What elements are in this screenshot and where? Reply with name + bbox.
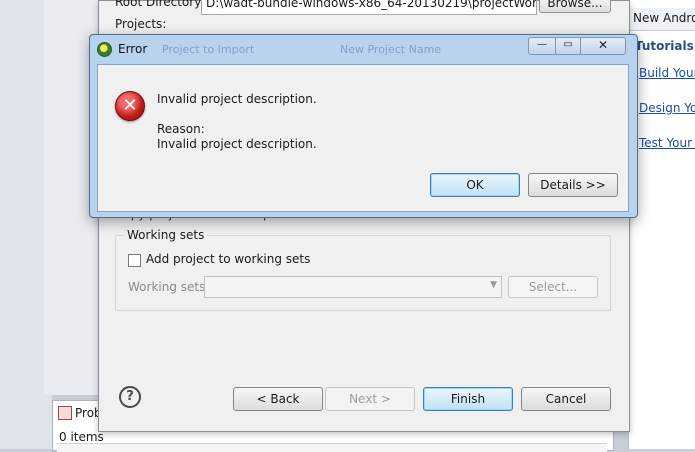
finish-button[interactable]: Finish — [423, 387, 513, 411]
ok-button[interactable]: OK — [430, 173, 520, 197]
working-sets-combo[interactable]: ▼ — [204, 276, 502, 298]
error-dialog-titlebar[interactable]: Error Project to Import New Project Name… — [90, 35, 637, 63]
background-column-header-text: New Project Name — [340, 43, 442, 56]
background-column-header-text: Project to Import — [162, 43, 255, 56]
maximize-button[interactable]: ▭ — [555, 37, 581, 55]
working-sets-group: Working sets Add project to working sets… — [115, 228, 611, 311]
working-sets-group-title: Working sets — [124, 228, 208, 242]
tutorial-link-design[interactable]: Design You — [639, 101, 695, 115]
tutorial-link-build[interactable]: Build Your — [639, 66, 695, 80]
reason-detail: Invalid project description. — [157, 137, 317, 151]
close-button[interactable]: ✕ — [580, 37, 626, 55]
minimize-button[interactable]: — — [528, 37, 556, 55]
add-to-working-sets-label[interactable]: Add project to working sets — [146, 252, 310, 266]
next-button[interactable]: Next > — [325, 387, 415, 411]
problems-item-count: 0 items — [59, 430, 104, 444]
error-dialog-body: ✕ Invalid project description. Reason: I… — [97, 64, 629, 212]
projects-label: Projects: — [115, 17, 167, 31]
new-android-tab[interactable]: New Android — [629, 8, 695, 31]
tutorials-heading: Tutorials — [635, 39, 694, 53]
android-welcome-panel: New Android Tutorials Build Your Design … — [628, 0, 695, 449]
browse-button[interactable]: Browse... — [539, 0, 611, 13]
eclipse-app-icon — [97, 42, 112, 57]
cancel-button[interactable]: Cancel — [521, 387, 611, 411]
question-icon[interactable]: ? — [119, 386, 141, 408]
select-working-sets-button[interactable]: Select... — [508, 276, 598, 298]
root-directory-input[interactable]: D:\wadt-bundle-windows-x86_64-20130219\p… — [201, 0, 537, 15]
reason-label: Reason: — [157, 122, 205, 136]
new-android-tab-label: New Android — [633, 11, 695, 25]
working-sets-label: Working sets: — [128, 280, 210, 294]
back-button[interactable]: < Back — [233, 387, 323, 411]
details-button[interactable]: Details >> — [528, 173, 618, 197]
problems-table-header — [57, 443, 607, 452]
chevron-down-icon: ▼ — [490, 280, 497, 290]
error-x-icon: ✕ — [115, 91, 145, 121]
tutorial-link-test[interactable]: Test Your A — [639, 136, 695, 150]
problems-icon — [58, 406, 72, 420]
wizard-footer: ? < Back Next > Finish Cancel — [99, 371, 629, 431]
error-dialog-title: Error — [118, 42, 148, 56]
root-directory-label: Root Directory: — [115, 0, 205, 9]
add-to-working-sets-checkbox[interactable] — [128, 254, 141, 267]
error-message: Invalid project description. — [157, 92, 317, 106]
error-dialog: Error Project to Import New Project Name… — [89, 34, 638, 218]
